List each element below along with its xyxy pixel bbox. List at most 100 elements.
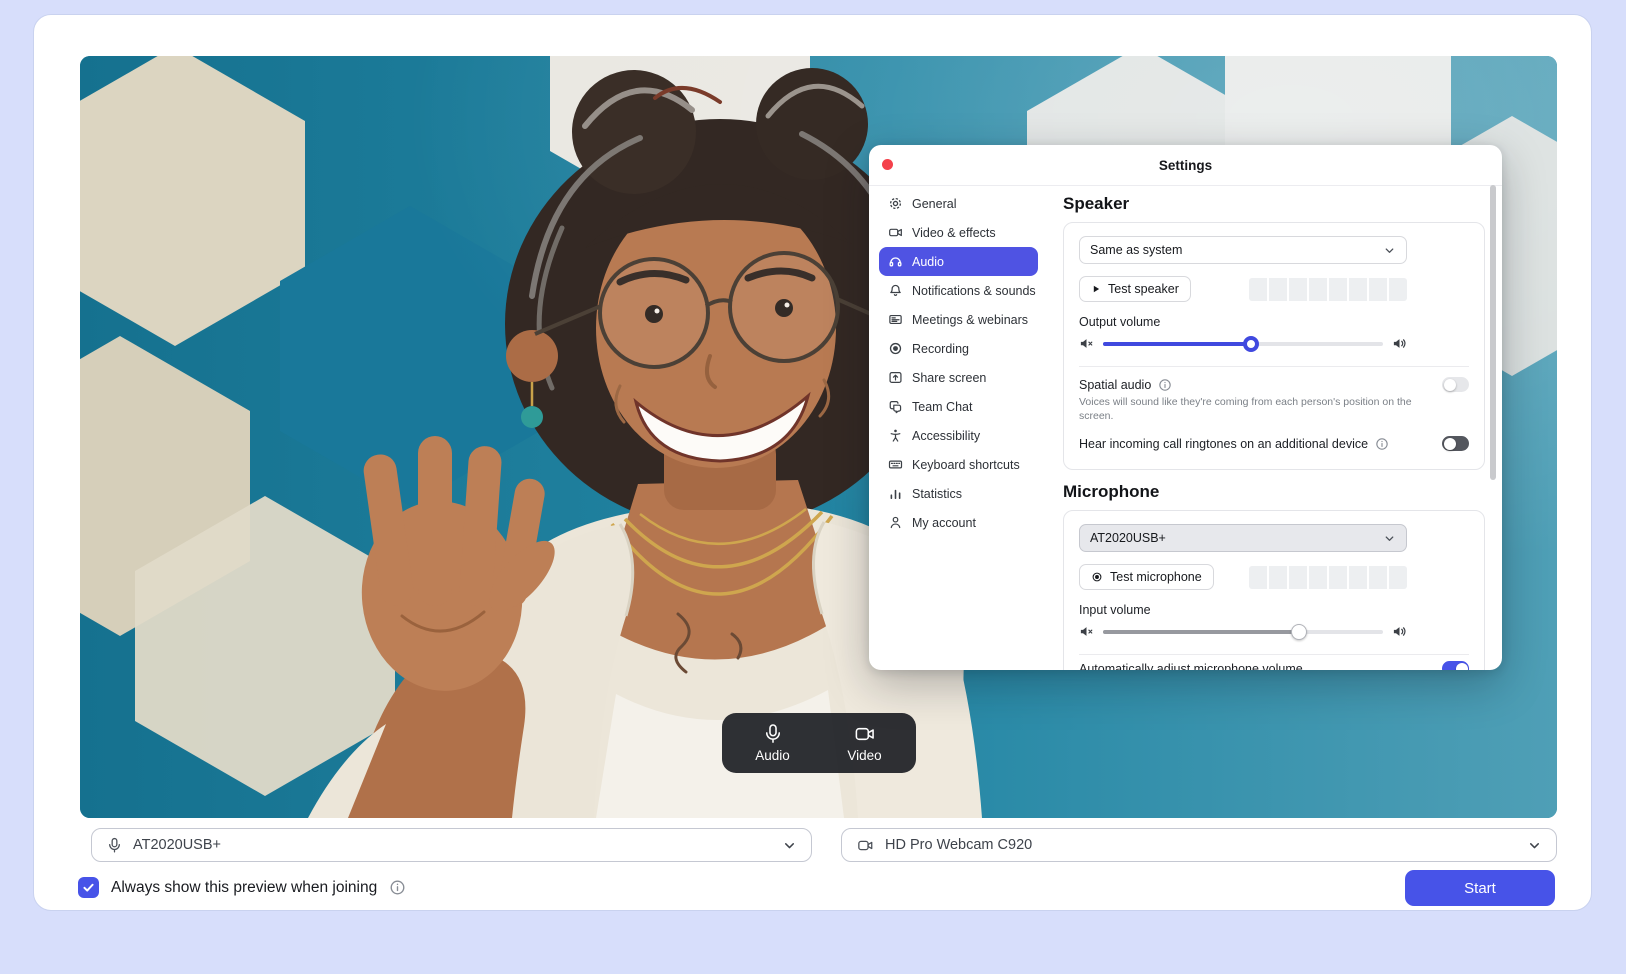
- sidebar-item-label: Meetings & webinars: [912, 313, 1028, 327]
- video-camera-icon: [853, 723, 877, 745]
- input-volume-label: Input volume: [1079, 603, 1469, 617]
- speaker-device-select[interactable]: Same as system: [1079, 236, 1407, 264]
- sidebar-item-keyboard-shortcuts[interactable]: Keyboard shortcuts: [879, 450, 1038, 479]
- output-volume-track[interactable]: [1103, 342, 1383, 346]
- sidebar-item-meetings[interactable]: Meetings & webinars: [879, 305, 1038, 334]
- audio-button[interactable]: Audio: [727, 715, 819, 771]
- volume-loud-icon: [1392, 624, 1407, 639]
- auto-adjust-row: Automatically adjust microphone volume: [1079, 661, 1469, 670]
- spatial-audio-label-group: Spatial audio: [1079, 378, 1172, 392]
- microphone-test-row: Test microphone: [1079, 564, 1407, 590]
- input-volume-fill: [1103, 630, 1299, 634]
- always-show-checkbox[interactable]: [78, 877, 99, 898]
- keyboard-icon: [888, 457, 903, 472]
- spatial-audio-label: Spatial audio: [1079, 378, 1151, 392]
- bar-chart-icon: [888, 486, 903, 501]
- record-icon: [888, 341, 903, 356]
- always-show-row: Always show this preview when joining: [78, 877, 406, 898]
- spatial-audio-row: Spatial audio: [1079, 377, 1469, 392]
- microphone-icon: [762, 723, 784, 745]
- speaker-panel: Same as system Test speaker Output volum…: [1063, 222, 1485, 470]
- output-volume-knob[interactable]: [1243, 336, 1259, 352]
- speaker-device-value: Same as system: [1090, 243, 1182, 257]
- preview-window: Audio Video AT2020USB+: [0, 0, 1626, 974]
- ringtones-toggle[interactable]: [1442, 436, 1469, 451]
- input-volume-slider: [1079, 624, 1407, 639]
- sidebar-item-video-effects[interactable]: Video & effects: [879, 218, 1038, 247]
- sidebar-item-notifications[interactable]: Notifications & sounds: [879, 276, 1038, 305]
- microphone-device-value: AT2020USB+: [1090, 531, 1166, 545]
- settings-dialog: Settings General Video & effects Audio N…: [869, 145, 1502, 670]
- play-icon: [1091, 284, 1101, 294]
- microphone-level-meter: [1249, 566, 1407, 589]
- sidebar-item-label: Accessibility: [912, 429, 980, 443]
- video-button[interactable]: Video: [819, 715, 911, 771]
- close-button[interactable]: [882, 159, 893, 170]
- input-volume-track[interactable]: [1103, 630, 1383, 634]
- output-volume-slider: [1079, 336, 1407, 351]
- input-volume-knob[interactable]: [1291, 624, 1307, 640]
- sidebar-item-accessibility[interactable]: Accessibility: [879, 421, 1038, 450]
- monitor-icon: [888, 312, 903, 327]
- sidebar-item-label: Keyboard shortcuts: [912, 458, 1020, 472]
- spatial-audio-toggle[interactable]: [1442, 377, 1469, 392]
- start-button[interactable]: Start: [1405, 870, 1555, 906]
- settings-title: Settings: [1159, 158, 1212, 173]
- chevron-down-icon: [782, 838, 797, 853]
- sidebar-item-label: Share screen: [912, 371, 986, 385]
- sidebar-item-general[interactable]: General: [879, 189, 1038, 218]
- video-button-label: Video: [847, 748, 881, 763]
- test-speaker-button[interactable]: Test speaker: [1079, 276, 1191, 302]
- always-show-label: Always show this preview when joining: [111, 879, 377, 897]
- record-dot-icon: [1091, 571, 1103, 583]
- microphone-icon: [106, 837, 123, 854]
- sidebar-item-label: My account: [912, 516, 976, 530]
- ringtones-row: Hear incoming call ringtones on an addit…: [1079, 436, 1469, 451]
- sidebar-item-statistics[interactable]: Statistics: [879, 479, 1038, 508]
- info-icon[interactable]: [1158, 378, 1172, 392]
- bell-icon: [888, 283, 903, 298]
- test-speaker-label: Test speaker: [1108, 282, 1179, 296]
- sidebar-item-team-chat[interactable]: Team Chat: [879, 392, 1038, 421]
- chevron-down-icon: [1527, 838, 1542, 853]
- chevron-down-icon: [1383, 244, 1396, 257]
- speaker-divider: [1079, 366, 1469, 367]
- spatial-audio-description: Voices will sound like they're coming fr…: [1079, 395, 1431, 423]
- camera-select-value: HD Pro Webcam C920: [885, 837, 1032, 853]
- settings-sidebar: General Video & effects Audio Notificati…: [869, 185, 1063, 670]
- sidebar-item-label: Video & effects: [912, 226, 996, 240]
- output-volume-fill: [1103, 342, 1251, 346]
- audio-button-label: Audio: [755, 748, 790, 763]
- sidebar-item-label: Audio: [912, 255, 944, 269]
- settings-scrollbar[interactable]: [1490, 185, 1496, 480]
- auto-adjust-label: Automatically adjust microphone volume: [1079, 662, 1303, 671]
- microphone-heading: Microphone: [1063, 482, 1485, 502]
- sidebar-item-share-screen[interactable]: Share screen: [879, 363, 1038, 392]
- microphone-device-select[interactable]: AT2020USB+: [1079, 524, 1407, 552]
- auto-adjust-toggle[interactable]: [1442, 661, 1469, 670]
- speaker-level-meter: [1249, 278, 1407, 301]
- volume-loud-icon: [1392, 336, 1407, 351]
- sidebar-item-my-account[interactable]: My account: [879, 508, 1038, 537]
- sidebar-item-label: General: [912, 197, 956, 211]
- info-icon[interactable]: [389, 879, 406, 896]
- test-microphone-label: Test microphone: [1110, 570, 1202, 584]
- microphone-select[interactable]: AT2020USB+: [91, 828, 812, 862]
- gear-icon: [888, 196, 903, 211]
- sidebar-item-recording[interactable]: Recording: [879, 334, 1038, 363]
- microphone-divider: [1079, 654, 1469, 655]
- camera-select[interactable]: HD Pro Webcam C920: [841, 828, 1557, 862]
- microphone-select-value: AT2020USB+: [133, 837, 221, 853]
- sidebar-item-audio[interactable]: Audio: [879, 247, 1038, 276]
- settings-header: Settings: [869, 145, 1502, 186]
- test-microphone-button[interactable]: Test microphone: [1079, 564, 1214, 590]
- preview-controls: Audio Video: [722, 713, 916, 773]
- video-camera-icon: [856, 837, 875, 854]
- chevron-down-icon: [1383, 532, 1396, 545]
- info-icon[interactable]: [1375, 437, 1389, 451]
- video-camera-icon: [888, 225, 903, 240]
- speaker-test-row: Test speaker: [1079, 276, 1407, 302]
- sidebar-item-label: Statistics: [912, 487, 962, 501]
- accessibility-icon: [888, 428, 903, 443]
- sidebar-item-label: Recording: [912, 342, 969, 356]
